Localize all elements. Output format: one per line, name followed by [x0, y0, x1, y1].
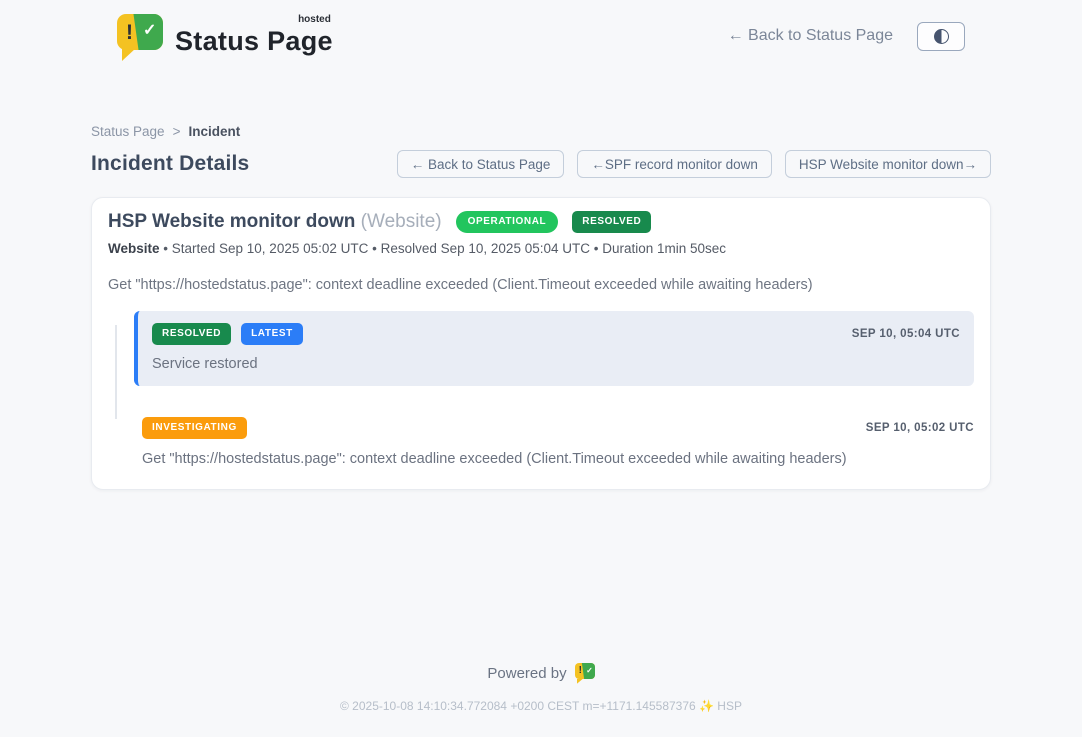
main-content: Status Page > Incident Incident Details …: [91, 124, 991, 490]
theme-toggle-button[interactable]: [917, 22, 965, 51]
resolved-status-badge: RESOLVED: [152, 323, 231, 345]
powered-by-link[interactable]: Powered by ! ✓: [487, 663, 594, 684]
exclamation-icon: !: [579, 666, 582, 676]
timeline-entry-content: INVESTIGATING SEP 10, 05:02 UTC Get "htt…: [134, 415, 974, 467]
exclamation-icon: !: [126, 22, 133, 43]
incident-timeline: RESOLVED LATEST SEP 10, 05:04 UTC Servic…: [108, 311, 974, 467]
logo-bubble-tail: [577, 679, 583, 684]
status-page-logo-icon-small: ! ✓: [575, 663, 595, 684]
incident-description: Get "https://hostedstatus.page": context…: [108, 277, 974, 293]
latest-update-box: RESOLVED LATEST SEP 10, 05:04 UTC Servic…: [134, 311, 974, 386]
update-header: INVESTIGATING SEP 10, 05:02 UTC: [142, 417, 974, 439]
update-message: Service restored: [152, 356, 960, 372]
incident-meta: Website • Started Sep 10, 2025 05:02 UTC…: [108, 241, 974, 256]
copyright-text: © 2025-10-08 14:10:34.772084 +0200 CEST …: [0, 699, 1082, 713]
incident-title-row: HSP Website monitor down (Website) OPERA…: [108, 211, 974, 233]
powered-by-label: Powered by: [487, 665, 566, 682]
update-timestamp: SEP 10, 05:04 UTC: [852, 328, 960, 340]
back-to-status-page-link[interactable]: ← Back to Status Page: [728, 27, 893, 45]
resolved-badge: RESOLVED: [572, 211, 651, 233]
brand-wordmark: Status Page hosted: [175, 16, 333, 57]
breadcrumb-incident: Incident: [188, 124, 240, 139]
back-to-status-page-button[interactable]: ← Back to Status Page: [397, 150, 565, 178]
status-page-logo-icon: ! ✓: [117, 12, 163, 60]
incident-name: HSP Website monitor down: [108, 211, 355, 232]
page-title: Incident Details: [91, 152, 249, 176]
prev-incident-button[interactable]: ←SPF record monitor down: [577, 150, 772, 178]
incident-meta-details: • Started Sep 10, 2025 05:02 UTC • Resol…: [160, 241, 727, 256]
timeline-entry-resolved: RESOLVED LATEST SEP 10, 05:04 UTC Servic…: [108, 311, 974, 386]
incident-title: HSP Website monitor down (Website): [108, 211, 442, 233]
timeline-entry-investigating: INVESTIGATING SEP 10, 05:02 UTC Get "htt…: [108, 415, 974, 467]
next-incident-button[interactable]: HSP Website monitor down→: [785, 150, 991, 178]
timeline-dot-column: [108, 415, 124, 467]
update-message: Get "https://hostedstatus.page": context…: [142, 451, 974, 467]
brand-logo-link[interactable]: ! ✓ Status Page hosted: [117, 12, 333, 60]
incident-scope: (Website): [361, 211, 442, 232]
logo-bubble-tail: [122, 48, 136, 61]
incident-component: Website: [108, 241, 160, 256]
incident-nav-buttons: ← Back to Status Page ←SPF record monito…: [397, 150, 991, 178]
breadcrumb-status-page[interactable]: Status Page: [91, 124, 165, 139]
update-badges: RESOLVED LATEST: [152, 323, 303, 345]
investigating-status-badge: INVESTIGATING: [142, 417, 247, 439]
breadcrumb-separator: >: [173, 124, 181, 139]
footer: Powered by ! ✓ © 2025-10-08 14:10:34.772…: [0, 663, 1082, 737]
header: ! ✓ Status Page hosted ← Back to Status …: [0, 0, 1082, 60]
incident-card: HSP Website monitor down (Website) OPERA…: [91, 197, 991, 490]
logo-bubble: ! ✓: [117, 14, 163, 50]
half-circle-icon: [934, 29, 949, 44]
breadcrumb: Status Page > Incident: [91, 124, 991, 139]
header-actions: ← Back to Status Page: [728, 22, 965, 51]
timeline-entry-content: RESOLVED LATEST SEP 10, 05:04 UTC Servic…: [134, 311, 974, 386]
title-row: Incident Details ← Back to Status Page ←…: [91, 150, 991, 178]
latest-badge: LATEST: [241, 323, 303, 345]
update-badges: INVESTIGATING: [142, 417, 247, 439]
timeline-dot-column: [108, 311, 124, 386]
checkmark-icon: ✓: [143, 23, 156, 39]
update-timestamp: SEP 10, 05:02 UTC: [866, 422, 974, 434]
operational-badge: OPERATIONAL: [456, 211, 559, 233]
update-header: RESOLVED LATEST SEP 10, 05:04 UTC: [152, 323, 960, 345]
brand-name: Status Page: [175, 26, 333, 56]
brand-superscript: hosted: [298, 14, 331, 25]
logo-bubble: ! ✓: [575, 663, 595, 679]
checkmark-icon: ✓: [586, 667, 593, 675]
